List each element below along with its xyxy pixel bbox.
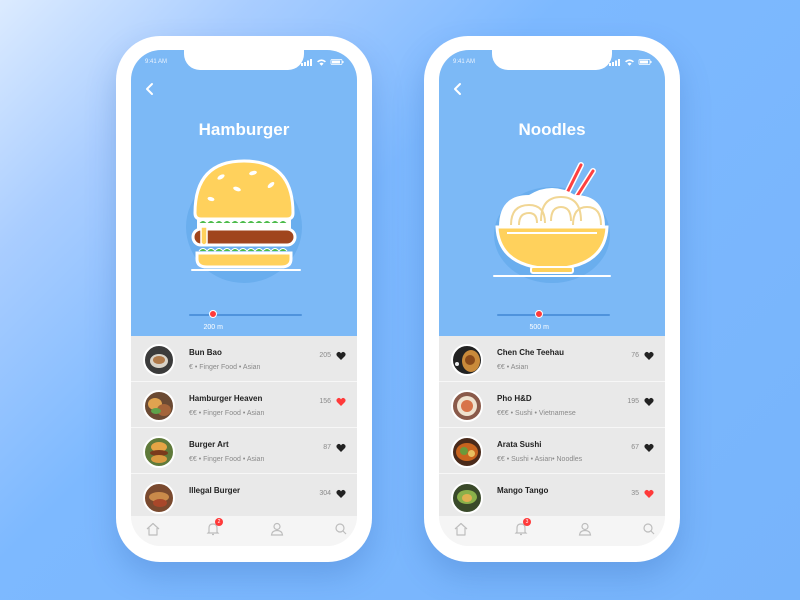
list-item[interactable]: Burger Art €€ • Finger Food • Asian 87 bbox=[131, 428, 357, 474]
like-count: 35 bbox=[631, 490, 639, 497]
phone-notch bbox=[184, 50, 304, 70]
notifications-tab[interactable]: 2 bbox=[205, 518, 223, 537]
heart-icon[interactable] bbox=[644, 443, 654, 453]
like-count: 205 bbox=[319, 352, 331, 359]
back-button[interactable] bbox=[451, 82, 465, 96]
restaurant-meta: €€ • Asian bbox=[497, 364, 529, 371]
restaurant-name: Illegal Burger bbox=[189, 486, 241, 495]
restaurant-thumbnail bbox=[451, 390, 483, 422]
phone-notch bbox=[492, 50, 612, 70]
restaurant-list: Bun Bao € • Finger Food • Asian 205 Hamb… bbox=[131, 336, 357, 516]
hero-section: 9:41 AM Noodles 500 m bbox=[439, 50, 665, 336]
heart-icon[interactable] bbox=[644, 397, 654, 407]
list-item[interactable]: Mango Tango 35 bbox=[439, 474, 665, 516]
restaurant-meta: €€ • Finger Food • Asian bbox=[189, 410, 265, 417]
slider-thumb[interactable] bbox=[209, 310, 217, 318]
page-title: Noodles bbox=[518, 120, 586, 139]
distance-slider[interactable]: 500 m bbox=[497, 310, 610, 331]
restaurant-thumbnail bbox=[143, 436, 175, 468]
slider-thumb[interactable] bbox=[535, 310, 543, 318]
like-count: 156 bbox=[319, 398, 331, 405]
tab-bar: 2 bbox=[131, 516, 357, 546]
screen: 9:41 AM Noodles 500 m Chen Che Teehau €€… bbox=[439, 50, 665, 546]
chevron-left-icon bbox=[146, 83, 153, 95]
page-title: Hamburger bbox=[198, 120, 290, 139]
chevron-left-icon bbox=[454, 83, 461, 95]
like-count: 87 bbox=[323, 444, 331, 451]
restaurant-thumbnail bbox=[451, 482, 483, 514]
notification-badge: 3 bbox=[523, 518, 531, 526]
restaurant-name: Arata Sushi bbox=[497, 440, 542, 449]
restaurant-meta: €€ • Sushi • Asian• Noodles bbox=[497, 456, 583, 463]
restaurant-thumbnail bbox=[451, 436, 483, 468]
list-item[interactable]: Bun Bao € • Finger Food • Asian 205 bbox=[131, 336, 357, 382]
restaurant-name: Bun Bao bbox=[189, 348, 222, 357]
user-icon[interactable] bbox=[269, 521, 285, 537]
heart-icon[interactable] bbox=[336, 443, 346, 453]
heart-icon[interactable] bbox=[644, 489, 654, 499]
restaurant-name: Chen Che Teehau bbox=[497, 348, 564, 357]
restaurant-meta: €€€ • Sushi • Vietnamese bbox=[497, 410, 576, 417]
list-item[interactable]: Arata Sushi €€ • Sushi • Asian• Noodles … bbox=[439, 428, 665, 474]
heart-icon[interactable] bbox=[644, 351, 654, 361]
home-icon[interactable] bbox=[145, 521, 161, 537]
home-icon[interactable] bbox=[453, 521, 469, 537]
heart-icon[interactable] bbox=[336, 397, 346, 407]
status-time: 9:41 AM bbox=[453, 59, 476, 65]
slider-label: 200 m bbox=[203, 324, 223, 331]
slider-label: 500 m bbox=[529, 324, 549, 331]
search-icon[interactable] bbox=[641, 521, 657, 537]
tab-bar: 3 bbox=[439, 516, 665, 546]
search-icon[interactable] bbox=[333, 521, 349, 537]
list-item[interactable]: Chen Che Teehau €€ • Asian 76 bbox=[439, 336, 665, 382]
restaurant-thumbnail bbox=[143, 390, 175, 422]
noodle-bowl-illustration bbox=[493, 162, 611, 283]
restaurant-meta: € • Finger Food • Asian bbox=[189, 364, 261, 371]
notifications-tab[interactable]: 3 bbox=[513, 518, 531, 537]
hamburger-illustration bbox=[186, 159, 302, 283]
slider-track bbox=[189, 314, 302, 316]
restaurant-list: Chen Che Teehau €€ • Asian 76 Pho H&D €€… bbox=[439, 336, 665, 516]
restaurant-name: Pho H&D bbox=[497, 394, 532, 403]
like-count: 76 bbox=[631, 352, 639, 359]
restaurant-name: Burger Art bbox=[189, 440, 229, 449]
like-count: 304 bbox=[319, 490, 331, 497]
restaurant-thumbnail bbox=[451, 344, 483, 376]
phone-noodles: 9:41 AM Noodles 500 m Chen Che Teehau €€… bbox=[424, 36, 680, 562]
user-icon[interactable] bbox=[577, 521, 593, 537]
restaurant-name: Hamburger Heaven bbox=[189, 394, 263, 403]
slider-track bbox=[497, 314, 610, 316]
status-icons bbox=[301, 59, 344, 66]
heart-icon[interactable] bbox=[336, 351, 346, 361]
restaurant-thumbnail bbox=[143, 482, 175, 514]
notification-badge: 2 bbox=[215, 518, 223, 526]
screen: 9:41 AM Hamburger 200 m Bun Bao € • Fing… bbox=[131, 50, 357, 546]
status-icons bbox=[609, 59, 652, 66]
distance-slider[interactable]: 200 m bbox=[189, 310, 302, 331]
list-item[interactable]: Illegal Burger 304 bbox=[131, 474, 357, 516]
like-count: 195 bbox=[627, 398, 639, 405]
restaurant-meta: €€ • Finger Food • Asian bbox=[189, 456, 265, 463]
back-button[interactable] bbox=[143, 82, 157, 96]
restaurant-thumbnail bbox=[143, 344, 175, 376]
phone-hamburger: 9:41 AM Hamburger 200 m Bun Bao € • Fing… bbox=[116, 36, 372, 562]
heart-icon[interactable] bbox=[336, 489, 346, 499]
hero-section: 9:41 AM Hamburger 200 m bbox=[131, 50, 357, 336]
status-time: 9:41 AM bbox=[145, 59, 168, 65]
list-item[interactable]: Hamburger Heaven €€ • Finger Food • Asia… bbox=[131, 382, 357, 428]
like-count: 67 bbox=[631, 444, 639, 451]
list-item[interactable]: Pho H&D €€€ • Sushi • Vietnamese 195 bbox=[439, 382, 665, 428]
restaurant-name: Mango Tango bbox=[497, 486, 549, 495]
